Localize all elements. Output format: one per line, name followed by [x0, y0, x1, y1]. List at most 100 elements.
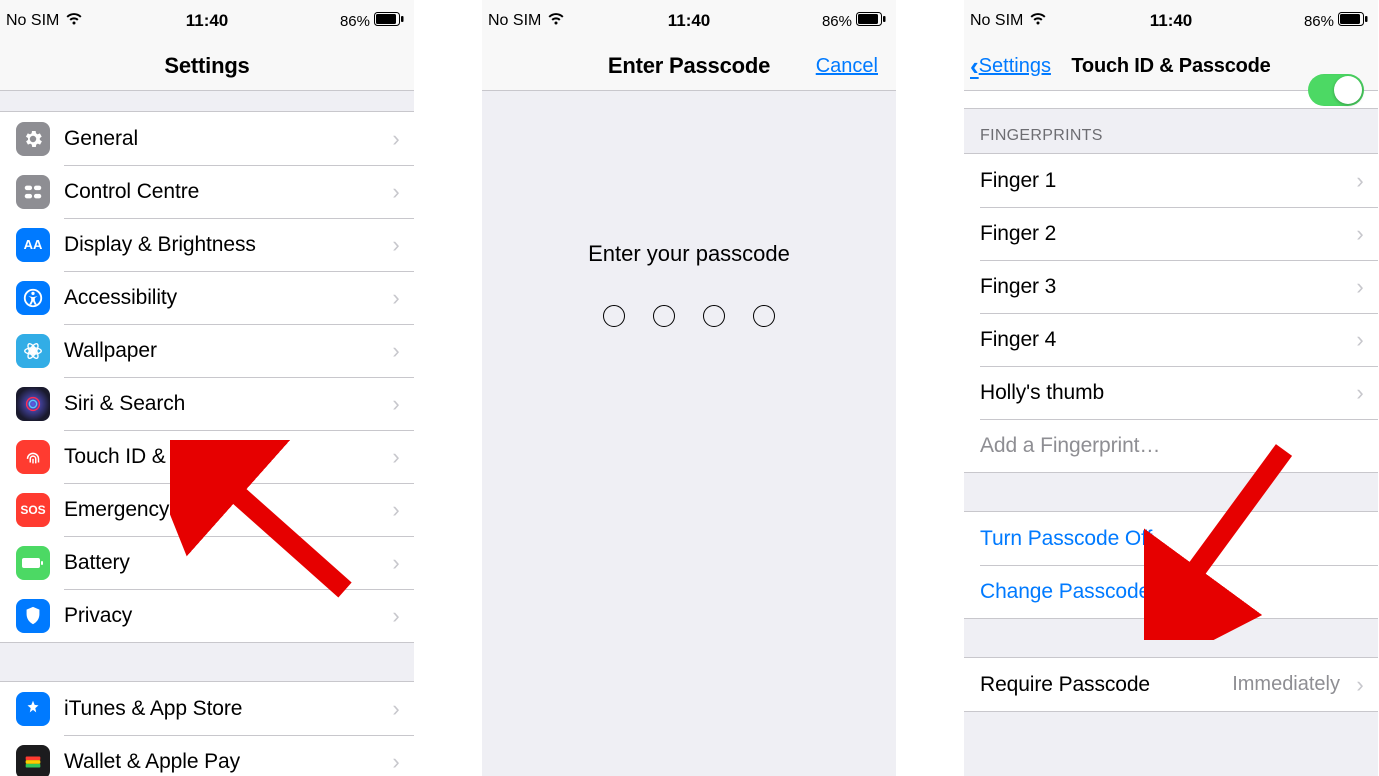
chevron-right-icon: ›: [1348, 380, 1372, 406]
battery-icon: [16, 546, 50, 580]
row-wallet[interactable]: Wallet & Apple Pay ›: [0, 735, 414, 776]
chevron-right-icon: ›: [384, 749, 408, 775]
row-label: Turn Passcode Off: [980, 527, 1378, 551]
row-fingerprint[interactable]: Holly's thumb ›: [964, 366, 1378, 419]
chevron-right-icon: ›: [384, 232, 408, 258]
chevron-right-icon: ›: [384, 603, 408, 629]
row-label: Display & Brightness: [64, 233, 384, 257]
row-label: Privacy: [64, 604, 384, 628]
carrier-label: No SIM: [970, 12, 1023, 30]
general-icon: [16, 122, 50, 156]
row-label: Siri & Search: [64, 392, 384, 416]
chevron-right-icon: ›: [384, 338, 408, 364]
passcode-dots: [482, 305, 896, 327]
row-sos[interactable]: SOS Emergency SOS ›: [0, 483, 414, 536]
chevron-right-icon: ›: [384, 444, 408, 470]
row-label: Add a Fingerprint…: [980, 434, 1378, 458]
row-label: Finger 3: [980, 275, 1348, 299]
chevron-right-icon: ›: [384, 391, 408, 417]
chevron-left-icon: ‹: [970, 51, 979, 82]
row-turn-passcode-off[interactable]: Turn Passcode Off: [964, 512, 1378, 565]
chevron-right-icon: ›: [1348, 327, 1372, 353]
touchid-icon: [16, 440, 50, 474]
wifi-icon: [547, 12, 565, 31]
row-control-centre[interactable]: Control Centre ›: [0, 165, 414, 218]
settings-group-store: iTunes & App Store › Wallet & Apple Pay …: [0, 681, 414, 776]
row-label: Holly's thumb: [980, 381, 1348, 405]
toggle-switch[interactable]: [1308, 74, 1364, 106]
screen-passcode: No SIM 11:40 86% Enter Passcode Cancel E…: [482, 0, 896, 776]
row-battery[interactable]: Battery ›: [0, 536, 414, 589]
row-require-passcode[interactable]: Require Passcode Immediately ›: [964, 658, 1378, 711]
battery-percent: 86%: [1304, 13, 1334, 30]
row-label: Wallet & Apple Pay: [64, 750, 384, 774]
chevron-right-icon: ›: [384, 696, 408, 722]
chevron-right-icon: ›: [1348, 221, 1372, 247]
battery-percent: 86%: [822, 13, 852, 30]
passcode-dot: [753, 305, 775, 327]
passcode-dot: [603, 305, 625, 327]
fingerprints-list: Finger 1 › Finger 2 › Finger 3 › Finger …: [964, 153, 1378, 473]
row-label: Emergency SOS: [64, 498, 384, 522]
row-fingerprint[interactable]: Finger 3 ›: [964, 260, 1378, 313]
itunes-icon: [16, 692, 50, 726]
row-fingerprint[interactable]: Finger 2 ›: [964, 207, 1378, 260]
back-button[interactable]: ‹ Settings: [970, 51, 1051, 82]
row-label: Battery: [64, 551, 384, 575]
chevron-right-icon: ›: [384, 550, 408, 576]
screen-touchid: No SIM 11:40 86% ‹ Settings Touch ID & P…: [964, 0, 1378, 776]
row-label: Wallpaper: [64, 339, 384, 363]
passcode-dot: [653, 305, 675, 327]
siri-icon: [16, 387, 50, 421]
row-label: Finger 4: [980, 328, 1348, 352]
passcode-dot: [703, 305, 725, 327]
wifi-icon: [1029, 12, 1047, 31]
sos-icon: SOS: [16, 493, 50, 527]
row-add-fingerprint[interactable]: Add a Fingerprint…: [964, 419, 1378, 472]
battery-icon: [374, 12, 404, 30]
carrier-label: No SIM: [488, 12, 541, 30]
row-change-passcode[interactable]: Change Passcode: [964, 565, 1378, 618]
back-label: Settings: [979, 55, 1051, 78]
row-privacy[interactable]: Privacy ›: [0, 589, 414, 642]
row-wallpaper[interactable]: Wallpaper ›: [0, 324, 414, 377]
chevron-right-icon: ›: [384, 179, 408, 205]
section-header-fingerprints: FINGERPRINTS: [964, 109, 1378, 153]
require-passcode-section: Require Passcode Immediately ›: [964, 657, 1378, 712]
page-title: Settings: [164, 53, 249, 79]
carrier-label: No SIM: [6, 12, 59, 30]
chevron-right-icon: ›: [1348, 168, 1372, 194]
wallet-icon: [16, 745, 50, 776]
status-bar: No SIM 11:40 86%: [0, 0, 414, 42]
accessibility-icon: [16, 281, 50, 315]
status-bar: No SIM 11:40 86%: [482, 0, 896, 42]
row-accessibility[interactable]: Accessibility ›: [0, 271, 414, 324]
row-display[interactable]: AA Display & Brightness ›: [0, 218, 414, 271]
nav-bar: Settings: [0, 42, 414, 91]
nav-bar: Enter Passcode Cancel: [482, 42, 896, 91]
battery-icon: [1338, 12, 1368, 30]
chevron-right-icon: ›: [384, 285, 408, 311]
chevron-right-icon: ›: [1348, 672, 1372, 698]
row-label: Change Passcode: [980, 580, 1378, 604]
wallpaper-icon: [16, 334, 50, 368]
passcode-prompt: Enter your passcode: [482, 91, 896, 305]
page-title: Enter Passcode: [608, 53, 770, 79]
display-brightness-icon: AA: [16, 228, 50, 262]
chevron-right-icon: ›: [1348, 274, 1372, 300]
row-itunes[interactable]: iTunes & App Store ›: [0, 682, 414, 735]
row-fingerprint[interactable]: Finger 1 ›: [964, 154, 1378, 207]
wifi-icon: [65, 12, 83, 31]
row-siri[interactable]: Siri & Search ›: [0, 377, 414, 430]
row-touchid[interactable]: Touch ID & Passcode ›: [0, 430, 414, 483]
screen-settings: No SIM 11:40 86% Settings General ›: [0, 0, 414, 776]
cancel-button[interactable]: Cancel: [816, 55, 878, 78]
row-general[interactable]: General ›: [0, 112, 414, 165]
row-label: iTunes & App Store: [64, 697, 384, 721]
page-title: Touch ID & Passcode: [1071, 55, 1270, 78]
control-centre-icon: [16, 175, 50, 209]
passcode-entry[interactable]: Enter your passcode: [482, 91, 896, 776]
status-bar: No SIM 11:40 86%: [964, 0, 1378, 42]
row-label: Require Passcode: [980, 673, 1232, 697]
row-fingerprint[interactable]: Finger 4 ›: [964, 313, 1378, 366]
